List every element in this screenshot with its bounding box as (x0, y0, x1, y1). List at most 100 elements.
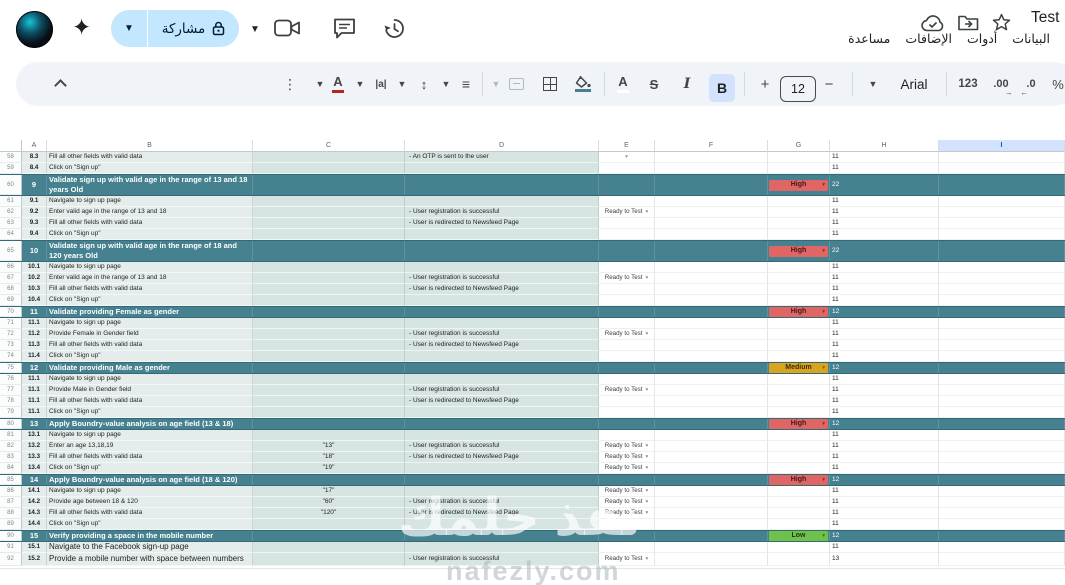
menu-extensions[interactable]: الإضافات (905, 31, 952, 51)
cell-B82[interactable]: Enter an age 13,18,19 (47, 441, 253, 452)
cell-B85[interactable]: Apply Boundry-value analysis on age fiel… (47, 475, 253, 485)
cell-C73[interactable] (253, 340, 405, 351)
cell-E75[interactable] (599, 363, 655, 373)
cell-E66[interactable] (599, 262, 655, 273)
status-dropdown-67[interactable]: Ready to Test ▾ (599, 273, 655, 284)
cell-H68[interactable]: 11 (830, 284, 939, 295)
cell-C71[interactable] (253, 318, 405, 329)
cell-G74[interactable] (768, 351, 830, 362)
cell-G84[interactable] (768, 463, 830, 474)
row-header-82[interactable]: 82 (0, 441, 22, 452)
cell-H69[interactable]: 11 (830, 295, 939, 306)
cell-G87[interactable] (768, 497, 830, 508)
row-header-59[interactable]: 59 (0, 163, 22, 174)
cell-G58[interactable] (768, 152, 830, 163)
horizontal-align-icon[interactable]: ≡ (458, 62, 474, 106)
cell-A83[interactable]: 13.3 (22, 452, 47, 463)
cell-D76[interactable] (405, 374, 599, 385)
cell-I89[interactable] (939, 519, 1065, 530)
cell-G64[interactable] (768, 229, 830, 240)
cell-C76[interactable] (253, 374, 405, 385)
cell-H85[interactable]: 12 (830, 475, 939, 485)
menu-help[interactable]: مساعدة (848, 31, 890, 51)
row-header-76[interactable]: 76 (0, 374, 22, 385)
cell-D89[interactable] (405, 519, 599, 530)
cell-E59[interactable] (599, 163, 655, 174)
row-header-89[interactable]: 89 (0, 519, 22, 530)
cell-B88[interactable]: Fill all other fields with valid data (47, 508, 253, 519)
cell-D58[interactable]: - An OTP is sent to the user (405, 152, 599, 163)
cell-B66[interactable]: Navigate to sign up page (47, 262, 253, 273)
cell-A61[interactable]: 9.1 (22, 196, 47, 207)
priority-badge[interactable]: High ▾ (769, 245, 828, 257)
cell-G62[interactable] (768, 207, 830, 218)
cell-I63[interactable] (939, 218, 1065, 229)
cell-C65[interactable] (253, 241, 405, 261)
column-header-E[interactable]: E (599, 140, 655, 152)
cell-I82[interactable] (939, 441, 1065, 452)
status-caret-icon[interactable]: ▾ (645, 209, 648, 215)
status-caret-icon[interactable]: ▾ (645, 499, 648, 505)
cell-I61[interactable] (939, 196, 1065, 207)
status-dropdown-77[interactable]: Ready to Test ▾ (599, 385, 655, 396)
cell-E69[interactable] (599, 295, 655, 306)
cell-H75[interactable]: 12 (830, 363, 939, 373)
cell-G90[interactable]: Low ▾ (768, 531, 830, 541)
row-header-66[interactable]: 66 (0, 262, 22, 273)
cell-B81[interactable]: Navigate to sign up page (47, 430, 253, 441)
cell-G85[interactable]: High ▾ (768, 475, 830, 485)
share-button[interactable]: ▼ مشاركة (111, 10, 239, 47)
column-header-H[interactable]: H (830, 140, 939, 152)
text-rotation-icon[interactable]: A (330, 62, 346, 106)
cell-E80[interactable] (599, 419, 655, 429)
cell-I78[interactable] (939, 396, 1065, 407)
cell-H71[interactable]: 11 (830, 318, 939, 329)
cell-H82[interactable]: 11 (830, 441, 939, 452)
cell-D62[interactable]: - User registration is successful (405, 207, 599, 218)
cell-C70[interactable] (253, 307, 405, 317)
cell-F92[interactable] (655, 553, 768, 566)
cell-C58[interactable] (253, 152, 405, 163)
cell-D73[interactable]: - User is redirected to Newsfeed Page (405, 340, 599, 351)
cell-F86[interactable] (655, 486, 768, 497)
cell-I64[interactable] (939, 229, 1065, 240)
cell-B80[interactable]: Apply Boundry-value analysis on age fiel… (47, 419, 253, 429)
move-folder-icon[interactable] (958, 14, 979, 31)
status-dropdown-58[interactable]: ▾ (599, 152, 655, 163)
cell-B68[interactable]: Fill all other fields with valid data (47, 284, 253, 295)
cell-F64[interactable] (655, 229, 768, 240)
comment-icon[interactable] (333, 18, 356, 39)
row-header-61[interactable]: 61 (0, 196, 22, 207)
cell-I90[interactable] (939, 531, 1065, 541)
vertical-align-icon[interactable]: ↕ (416, 62, 432, 106)
cloud-saved-icon[interactable] (921, 15, 945, 32)
cell-D91[interactable] (405, 542, 599, 553)
cell-H66[interactable]: 11 (830, 262, 939, 273)
row-header-78[interactable]: 78 (0, 396, 22, 407)
cell-G72[interactable] (768, 329, 830, 340)
cell-I84[interactable] (939, 463, 1065, 474)
cell-A79[interactable]: 11.1 (22, 407, 47, 418)
cell-B72[interactable]: Provide Female in Gender field (47, 329, 253, 340)
cell-A90[interactable]: 15 (22, 531, 47, 541)
status-dropdown-86[interactable]: Ready to Test ▾ (599, 486, 655, 497)
cell-F62[interactable] (655, 207, 768, 218)
cell-H83[interactable]: 11 (830, 452, 939, 463)
cell-H58[interactable]: 11 (830, 152, 939, 163)
cell-I59[interactable] (939, 163, 1065, 174)
status-dropdown-83[interactable]: Ready to Test ▾ (599, 452, 655, 463)
cell-F69[interactable] (655, 295, 768, 306)
cell-B92[interactable]: Provide a mobile number with space betwe… (47, 553, 253, 566)
cell-A60[interactable]: 9 (22, 175, 47, 195)
cell-A78[interactable]: 11.1 (22, 396, 47, 407)
gemini-sparkle-icon[interactable]: ✦ (72, 16, 91, 39)
cell-E63[interactable] (599, 218, 655, 229)
cell-I62[interactable] (939, 207, 1065, 218)
cell-F88[interactable] (655, 508, 768, 519)
cell-F71[interactable] (655, 318, 768, 329)
cell-G88[interactable] (768, 508, 830, 519)
horizontal-align-caret[interactable]: ▼ (440, 62, 452, 106)
cell-H89[interactable]: 11 (830, 519, 939, 530)
cell-I77[interactable] (939, 385, 1065, 396)
cell-A65[interactable]: 10 (22, 241, 47, 261)
